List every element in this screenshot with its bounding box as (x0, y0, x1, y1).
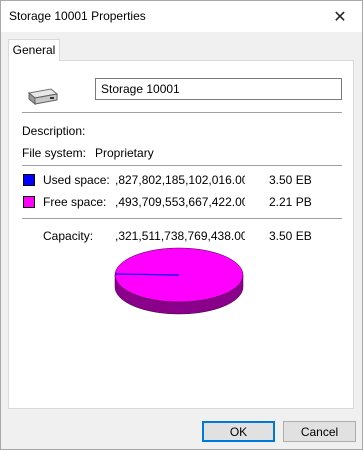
title-bar: Storage 10001 Properties ✕ (1, 1, 362, 32)
free-space-label: Free space: (43, 195, 107, 209)
usage-pie-chart (114, 247, 244, 315)
tab-general[interactable]: General (8, 39, 60, 61)
used-space-bytes: ,827,802,185,102,016.00 (115, 173, 245, 187)
capacity-bytes: ,321,511,738,769,438.00 (115, 229, 245, 243)
free-space-swatch (23, 196, 35, 208)
general-panel: Description: File system: Proprietary Us… (8, 60, 354, 409)
drive-icon (27, 88, 59, 106)
separator (22, 218, 342, 219)
cancel-button[interactable]: Cancel (283, 421, 356, 442)
ok-button[interactable]: OK (202, 421, 275, 442)
description-label: Description: (22, 124, 86, 138)
filesystem-label: File system: (22, 146, 87, 160)
properties-dialog: Storage 10001 Properties ✕ General Descr… (0, 0, 363, 450)
free-space-bytes: ,493,709,553,667,422.00 (115, 195, 245, 209)
capacity-size: 3.50 EB (269, 229, 312, 243)
free-space-size: 2.21 PB (269, 195, 312, 209)
capacity-label: Capacity: (43, 229, 94, 243)
used-space-size: 3.50 EB (269, 173, 312, 187)
used-space-swatch (23, 174, 35, 186)
filesystem-value: Proprietary (95, 146, 154, 160)
tab-general-label: General (12, 43, 56, 57)
used-space-label: Used space: (43, 173, 110, 187)
close-button[interactable]: ✕ (318, 1, 362, 32)
separator (22, 112, 342, 113)
drive-name-field[interactable] (95, 78, 342, 100)
close-icon: ✕ (333, 8, 347, 26)
separator (22, 165, 342, 166)
window-title: Storage 10001 Properties (9, 9, 146, 23)
